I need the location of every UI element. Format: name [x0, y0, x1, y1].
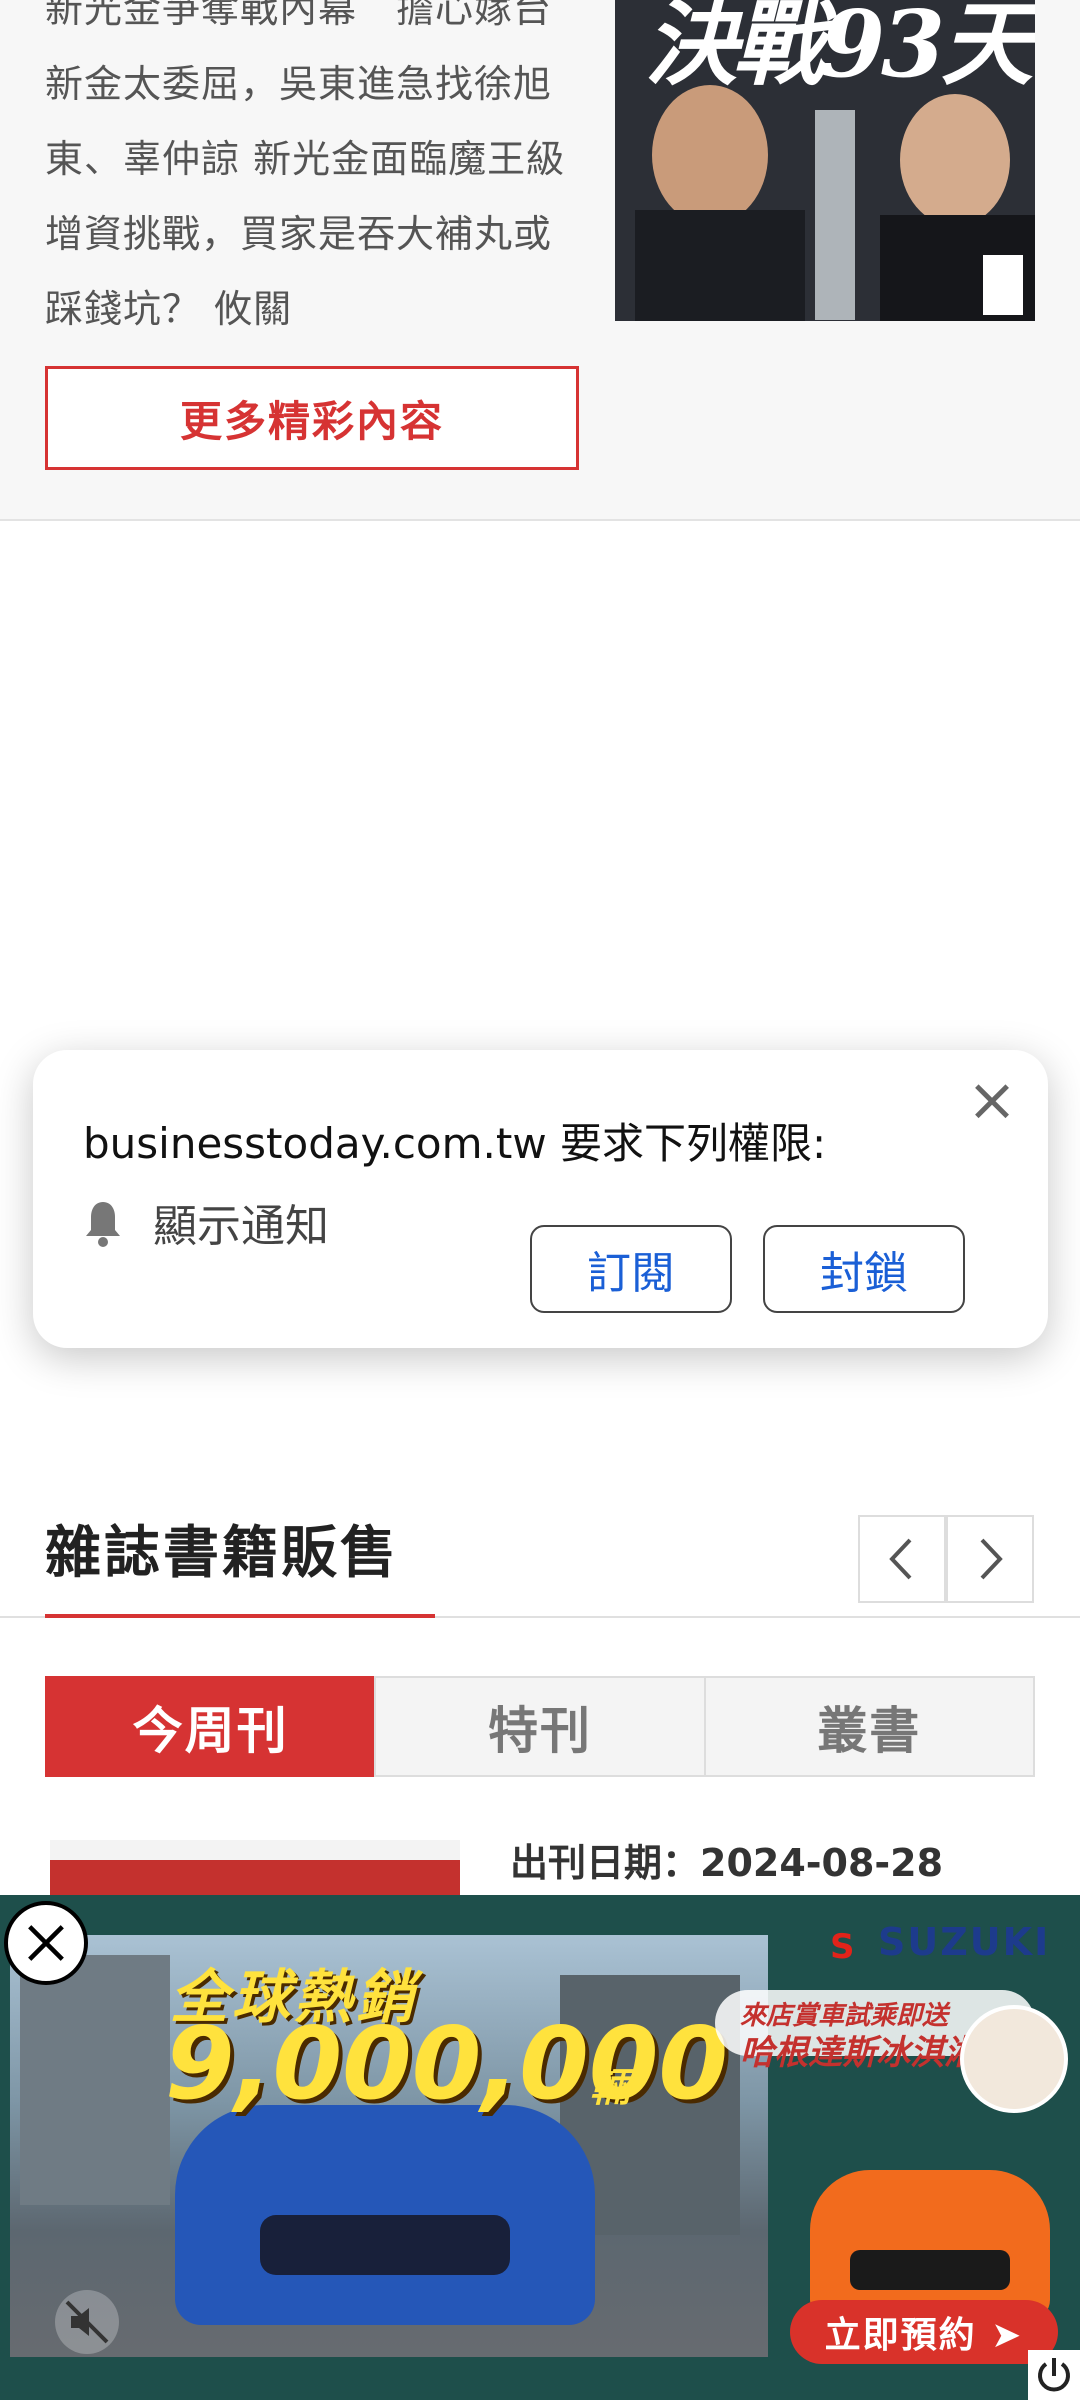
mute-icon[interactable]: [55, 2290, 119, 2354]
magazine-tabs: 今周刊 特刊 叢書: [45, 1676, 1035, 1777]
ad-sales-count: 9,000,000: [165, 2005, 729, 2122]
tab-book-series[interactable]: 叢書: [703, 1676, 1035, 1777]
power-icon[interactable]: [1028, 2350, 1080, 2400]
article-snippet[interactable]: 新光金爭奪戰內幕 擔心嫁台新金太委屈，吳東進急找徐旭東、辜仲諒 新光金面臨魔王級…: [45, 0, 570, 347]
carousel-next-button[interactable]: [946, 1515, 1034, 1603]
magazine-cover-image[interactable]: 決戰93天: [615, 0, 1035, 321]
ad-building: [20, 1955, 170, 2205]
notification-permission-dialog: × businesstoday.com.tw 要求下列權限: 顯示通知 訂閱 封…: [33, 1050, 1048, 1348]
chevron-left-icon: [889, 1538, 912, 1580]
section-title: 雜誌書籍販售: [45, 1521, 399, 1586]
ad-sales-unit: 輛: [590, 2065, 630, 2111]
more-content-button[interactable]: 更多精彩內容: [45, 366, 579, 470]
publication-date: 出刊日期：2024-08-28: [510, 1841, 944, 1885]
tab-this-week[interactable]: 今周刊: [45, 1676, 377, 1777]
block-button[interactable]: 封鎖: [763, 1225, 965, 1313]
ad-car-image: [175, 2105, 595, 2325]
cover-portraits: [635, 85, 1035, 321]
carousel-prev-button[interactable]: [858, 1515, 946, 1603]
ad-book-now-button[interactable]: 立即預約 ➤: [790, 2300, 1058, 2364]
permission-label: 顯示通知: [153, 1201, 329, 1252]
subscribe-button[interactable]: 訂閱: [530, 1225, 732, 1313]
chevron-right-icon: [980, 1538, 1003, 1580]
dialog-title: businesstoday.com.tw 要求下列權限:: [83, 1119, 827, 1168]
tab-special-issue[interactable]: 特刊: [374, 1676, 706, 1777]
ad-banner[interactable]: 全球熱銷 9,000,000 輛 S SUZUKI 來店賞車試乘即送 哈根達斯冰…: [0, 1895, 1080, 2400]
bell-icon: [86, 1202, 120, 1247]
magazine-thumbnail[interactable]: [50, 1840, 460, 1900]
section-title-underline: [45, 1614, 435, 1618]
suzuki-logo-icon: S: [830, 1927, 855, 1967]
ice-cream-icon: [960, 2005, 1068, 2113]
close-icon[interactable]: [4, 1901, 88, 1985]
ad-car-image: [810, 2170, 1050, 2320]
ad-brand: SUZUKI: [878, 1920, 1051, 1964]
ad-promo-line: 哈根達斯冰淇淋: [740, 2033, 978, 2073]
close-icon[interactable]: ×: [962, 1070, 1022, 1130]
